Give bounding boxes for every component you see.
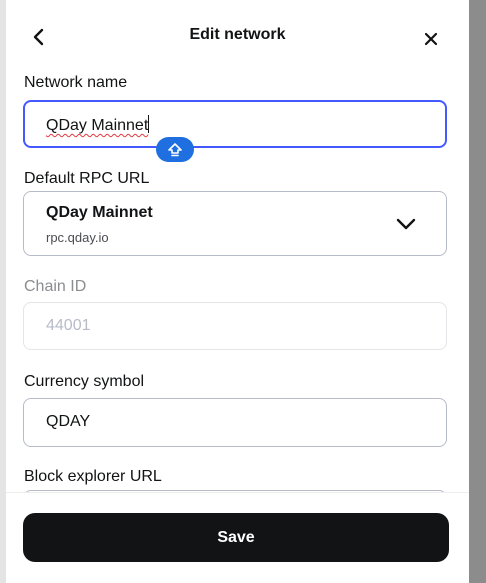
overlay-strip	[469, 0, 486, 583]
modal-footer: Save	[6, 492, 469, 583]
currency-symbol-label: Currency symbol	[24, 373, 145, 390]
modal-header: Edit network	[6, 4, 469, 64]
edit-network-modal: Edit network Network name QDay Mainnet D…	[6, 4, 469, 583]
chain-id-label: Chain ID	[24, 278, 87, 295]
rpc-selected-url: rpc.qday.io	[46, 230, 109, 245]
close-icon	[424, 32, 438, 46]
chevron-down-icon	[396, 218, 416, 230]
chain-id-input: 44001	[23, 302, 447, 350]
close-button[interactable]	[418, 26, 444, 52]
block-explorer-label: Block explorer URL	[24, 468, 162, 485]
save-button[interactable]: Save	[23, 513, 449, 562]
caps-lock-icon	[168, 142, 182, 156]
network-name-label: Network name	[24, 74, 128, 91]
rpc-url-label: Default RPC URL	[24, 170, 150, 187]
currency-symbol-value: QDAY	[46, 413, 91, 430]
network-name-value: QDay Mainnet	[46, 115, 150, 134]
currency-symbol-input[interactable]: QDAY	[23, 398, 447, 447]
chain-id-value: 44001	[46, 317, 91, 334]
rpc-url-dropdown[interactable]: QDay Mainnet rpc.qday.io	[23, 191, 447, 256]
network-name-input[interactable]: QDay Mainnet	[23, 100, 447, 148]
page-title: Edit network	[189, 26, 286, 43]
text-caret	[148, 115, 150, 133]
rpc-selected-name: QDay Mainnet	[46, 204, 153, 221]
caps-lock-badge	[156, 137, 194, 162]
